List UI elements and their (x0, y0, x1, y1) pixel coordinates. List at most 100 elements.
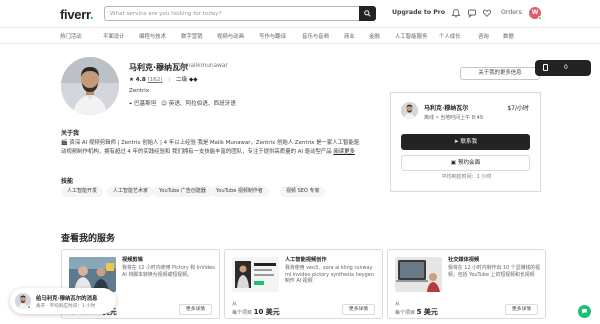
list-icon (543, 64, 548, 71)
rating-row: ★ 4.8 (162) | 二级 ◆◆ (129, 75, 198, 83)
skills-title: 技能 (61, 178, 74, 185)
send-icon: ➤ (453, 139, 459, 145)
service-thumbnail (69, 257, 116, 292)
skill-tag[interactable]: YouTube 广告创建器 (153, 186, 212, 197)
contact-card-photo (401, 102, 418, 119)
logo-text: fiverr (60, 7, 91, 22)
fiverr-logo[interactable]: fiverr. (60, 7, 94, 22)
skill-tag[interactable]: 人工智能开发 (61, 186, 104, 197)
profile-photo (61, 57, 119, 115)
category-item[interactable]: 音乐与音频 (302, 32, 329, 40)
skill-tag[interactable]: YouTube 视频制作者 (210, 186, 269, 197)
service-more-details-button[interactable]: 更多详情 (342, 304, 375, 315)
service-from-label: 从 (232, 302, 237, 307)
help-button[interactable] (578, 305, 591, 318)
service-card[interactable]: 人工智能视频创作 我将使用 veo3、sora ai kling runway … (224, 249, 383, 319)
category-item[interactable]: 热门活动 (60, 32, 82, 40)
message-seller-pill[interactable]: 给马利克·穆纳瓦尔的消息 离开 · 平均响应时间：1 小时 (10, 288, 116, 314)
message-icon[interactable] (467, 8, 477, 18)
service-thumbnail (395, 257, 442, 292)
book-meeting-label: 预约会面 (457, 160, 481, 166)
category-item[interactable]: 写作与翻译 (259, 32, 286, 40)
about-title: 关于我 (61, 130, 80, 137)
category-item[interactable]: 数据 (503, 32, 514, 40)
search-input[interactable] (110, 8, 358, 19)
heart-icon[interactable] (482, 8, 492, 18)
star-icon: ★ (129, 77, 135, 83)
seller-username: @malikmunawar (179, 63, 228, 69)
more-about-me-button[interactable]: 关于我的更多信息 (460, 67, 540, 80)
service-from-label: 从 (395, 302, 400, 307)
orders-link[interactable]: Orders (501, 9, 522, 16)
user-avatar[interactable]: W (529, 7, 542, 20)
search-bar (104, 6, 376, 21)
price-value: 5 美元 (416, 308, 438, 316)
bell-icon[interactable] (451, 8, 461, 18)
services-title: 查看我的服务 (61, 234, 116, 244)
contact-card-name: 马利克·穆纳瓦尔 (424, 105, 469, 112)
about-body: 🎬 资深 AI 视频剪辑师 | Zentrix 创始人 | 4 年以上经验 我是… (61, 140, 360, 155)
category-item[interactable]: 个人成长 (439, 32, 461, 40)
rating-value: 4.8 (135, 77, 146, 83)
category-item[interactable]: 人工智能服务 (395, 32, 427, 40)
category-item[interactable]: 编程与技术 (139, 32, 166, 40)
book-meeting-button[interactable]: ▣ 预约会面 (401, 155, 530, 171)
price-prefix: 每个项目 (232, 310, 253, 316)
service-thumbnail (232, 257, 279, 292)
category-item[interactable]: 咨询 (478, 32, 489, 40)
service-card[interactable]: 社交媒体视频 我将在 12 小时内制作出 10 个显赚钱的视频，包括 YouTu… (387, 249, 546, 319)
read-more-link[interactable]: 阅读更多 (333, 149, 355, 155)
about-text: 🎬 资深 AI 视频剪辑师 | Zentrix 创始人 | 4 年以上经验 我是… (61, 139, 361, 157)
saved-count-toggle[interactable]: 0 (535, 60, 591, 76)
service-thumbnail-image (395, 257, 442, 292)
service-description[interactable]: 我将使用 veo3、sora ai kling runway ml invide… (285, 265, 379, 285)
contact-me-label: 联系我 (460, 139, 478, 145)
service-thumbnail-image (232, 257, 279, 292)
top-header: fiverr. Upgrade to Pro Orders W (0, 0, 600, 28)
language-icon: ☺ (161, 101, 167, 107)
saved-count: 0 (564, 64, 568, 71)
reviews-link[interactable]: (162) (148, 77, 163, 83)
service-more-details-button[interactable]: 更多详情 (179, 304, 212, 315)
search-button[interactable] (359, 6, 376, 21)
seller-level: 二级 ◆◆ (176, 77, 198, 83)
profile-portrait (61, 57, 119, 115)
skills-list: 人工智能开发 人工智能艺术家 YouTube 广告创建器 YouTube 视频制… (61, 186, 381, 198)
avatar-initial: W (531, 9, 539, 16)
chat-subtitle: 离开 · 平均响应时间：1 小时 (36, 304, 96, 309)
chat-online-indicator (27, 305, 31, 309)
meta-row: ⌖ 巴基斯坦 ☺ 英语、阿拉伯语、西班牙语 (129, 99, 236, 108)
location-icon: ⌖ (129, 101, 133, 107)
price-prefix: 每个项目 (395, 310, 416, 316)
contact-card-rate: $7/小时 (507, 105, 529, 112)
category-item[interactable]: 数字营销 (181, 32, 203, 40)
category-item[interactable]: 商业 (344, 32, 355, 40)
category-item[interactable]: 金融 (369, 32, 380, 40)
service-more-details-button[interactable]: 更多详情 (505, 304, 538, 315)
service-description[interactable]: 我将在 12 小时内制作出 10 个显赚钱的视频，包括 YouTube 上的短视… (448, 265, 542, 278)
service-description[interactable]: 我将在 12 小时内使用 Pictory 和 InVideo AI 将脚本转换为… (122, 265, 216, 278)
online-indicator (538, 16, 542, 20)
service-category: 社交媒体视频 (448, 257, 480, 263)
company-name: Zentrix (129, 88, 150, 94)
contact-me-button[interactable]: ➤ 联系我 (401, 134, 530, 150)
contact-card-portrait (401, 102, 418, 119)
skill-tag[interactable]: 人工智能艺术家 (107, 186, 155, 197)
contact-card-status: 离线 • 当地时间上午 8:49 (424, 115, 483, 121)
chat-title: 给马利克·穆纳瓦尔的消息 (36, 296, 98, 302)
skill-tag[interactable]: 视频 SEO 专家 (280, 186, 326, 197)
calendar-icon: ▣ (450, 160, 457, 166)
upgrade-to-pro-link[interactable]: Upgrade to Pro (392, 9, 445, 16)
chat-bubble-icon (582, 309, 587, 314)
search-icon (364, 10, 371, 17)
contact-card: 马利克·穆纳瓦尔 $7/小时 离线 • 当地时间上午 8:49 ➤ 联系我 ▣ … (390, 92, 541, 192)
category-item[interactable]: 视频与动画 (217, 32, 244, 40)
service-thumbnail-image (69, 257, 116, 292)
service-category: 视频剪辑 (122, 257, 143, 263)
category-item[interactable]: 平面设计 (103, 32, 125, 40)
category-nav: 热门活动 平面设计 编程与技术 数字营销 视频与动画 写作与翻译 音乐与音频 商… (0, 28, 600, 44)
service-price: 每个项目 5 美元 (395, 307, 438, 317)
logo-dot: . (90, 7, 94, 22)
languages-text: 英语、阿拉伯语、西班牙语 (168, 101, 236, 107)
response-time: 平均响应时间：1 小时 (441, 174, 492, 180)
